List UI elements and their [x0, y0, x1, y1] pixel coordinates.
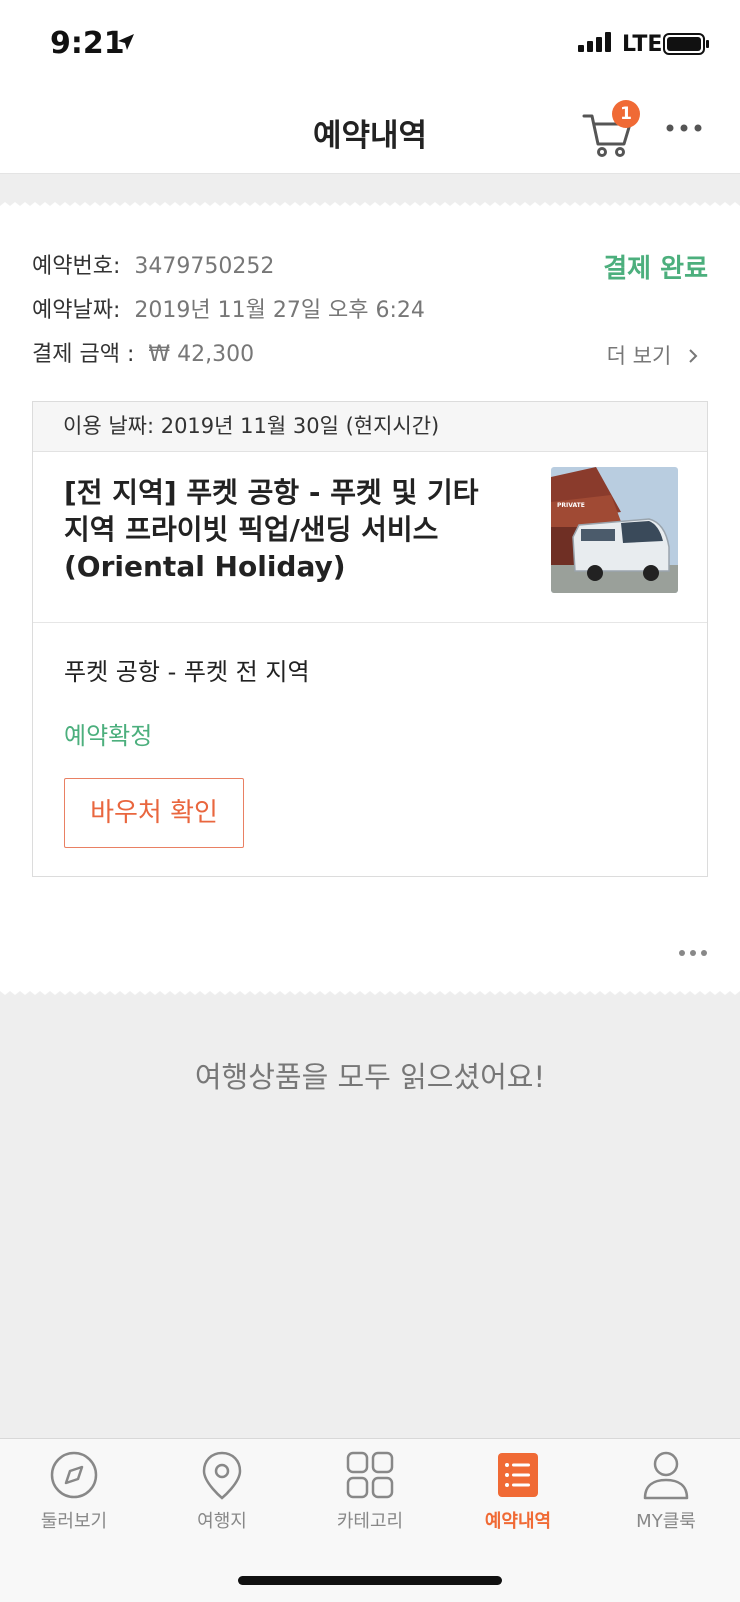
- order-number-label: 예약번호:: [32, 254, 121, 279]
- van-image-icon: PRIVATE: [551, 467, 678, 593]
- location-arrow-icon: [118, 34, 134, 50]
- use-date: 이용 날짜: 2019년 11월 30일 (현지시간): [33, 402, 707, 452]
- tab-label: 카테고리: [336, 1511, 404, 1532]
- compass-icon: [50, 1451, 98, 1499]
- more-details-label: 더 보기: [606, 344, 672, 368]
- more-options-icon[interactable]: [664, 118, 704, 138]
- status-bar: 9:21 LTE: [0, 0, 740, 88]
- battery-icon: [663, 33, 709, 55]
- card-more-icon[interactable]: [678, 948, 708, 958]
- product-thumbnail[interactable]: PRIVATE: [551, 467, 678, 593]
- chevron-right-icon: [689, 349, 698, 363]
- payment-amount-value: ₩ 42,300: [148, 342, 255, 367]
- route-text: 푸켓 공항 - 푸켓 전 지역: [64, 658, 310, 686]
- voucher-button[interactable]: 바우처 확인: [64, 778, 244, 848]
- order-card: 예약번호: 3479750252 결제 완료 예약날짜: 2019년 11월 27일…: [0, 202, 740, 995]
- signal-icon: [578, 32, 611, 52]
- location-pin-icon: [202, 1451, 242, 1500]
- network-label: LTE: [622, 32, 663, 57]
- order-date-row: 예약날짜: 2019년 11월 27일 오후 6:24: [32, 292, 425, 324]
- order-date-label: 예약날짜:: [32, 298, 121, 323]
- order-number-row: 예약번호: 3479750252: [32, 248, 274, 280]
- home-indicator: [238, 1576, 502, 1585]
- end-of-list-message: 여행상품을 모두 읽으셨어요!: [194, 1060, 546, 1094]
- app-header: 예약내역 1: [0, 88, 740, 174]
- tab-label: 둘러보기: [40, 1511, 108, 1532]
- payment-amount-label: 결제 금액 :: [32, 342, 135, 367]
- order-date-value: 2019년 11월 27일 오후 6:24: [134, 298, 425, 323]
- tab-categories[interactable]: 카테고리: [296, 1449, 444, 1549]
- reservation-list-icon: [498, 1453, 538, 1497]
- tab-label: MY클룩: [636, 1511, 696, 1532]
- item-divider: [33, 622, 707, 623]
- more-details-link[interactable]: 더 보기: [560, 340, 700, 370]
- payment-amount-row: 결제 금액 : ₩ 42,300: [32, 336, 254, 368]
- card-top-edge: [0, 202, 740, 210]
- thumb-badge-text: PRIVATE: [557, 502, 585, 509]
- tab-label: 여행지: [197, 1511, 247, 1532]
- category-grid-icon: [346, 1451, 394, 1499]
- tab-destinations[interactable]: 여행지: [148, 1449, 296, 1549]
- tab-explore[interactable]: 둘러보기: [0, 1449, 148, 1549]
- booking-item[interactable]: 이용 날짜: 2019년 11월 30일 (현지시간) [전 지역] 푸켓 공항…: [32, 401, 708, 877]
- tab-my-klook[interactable]: MY클룩: [592, 1449, 740, 1549]
- order-number-value: 3479750252: [134, 254, 275, 279]
- user-icon: [643, 1451, 689, 1500]
- tab-label: 예약내역: [484, 1511, 552, 1532]
- booking-status: 예약확정: [64, 722, 153, 750]
- product-title[interactable]: [전 지역] 푸켓 공항 - 푸켓 및 기타 지역 프라이빗 픽업/샌딩 서비스…: [64, 474, 504, 585]
- cart-count-badge: 1: [612, 100, 640, 128]
- status-time: 9:21: [50, 26, 125, 61]
- tab-reservations[interactable]: 예약내역: [444, 1449, 592, 1549]
- card-bottom-edge: [0, 987, 740, 995]
- payment-status: 결제 완료: [603, 254, 708, 284]
